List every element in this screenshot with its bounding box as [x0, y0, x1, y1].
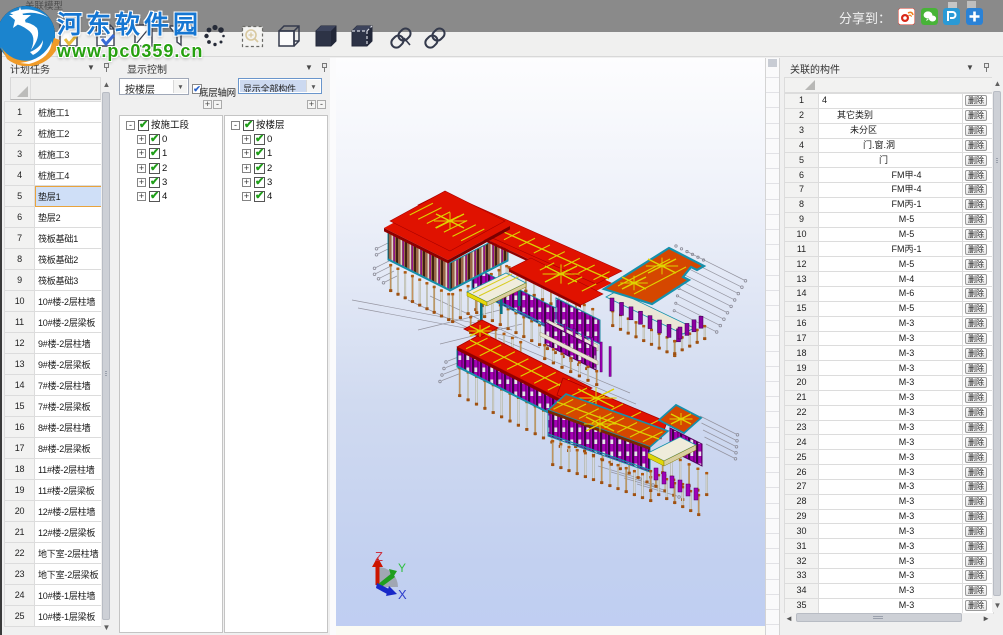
svg-text:Y: Y	[398, 561, 406, 575]
svg-text:X: X	[398, 587, 407, 602]
svg-text:Z: Z	[375, 549, 383, 564]
